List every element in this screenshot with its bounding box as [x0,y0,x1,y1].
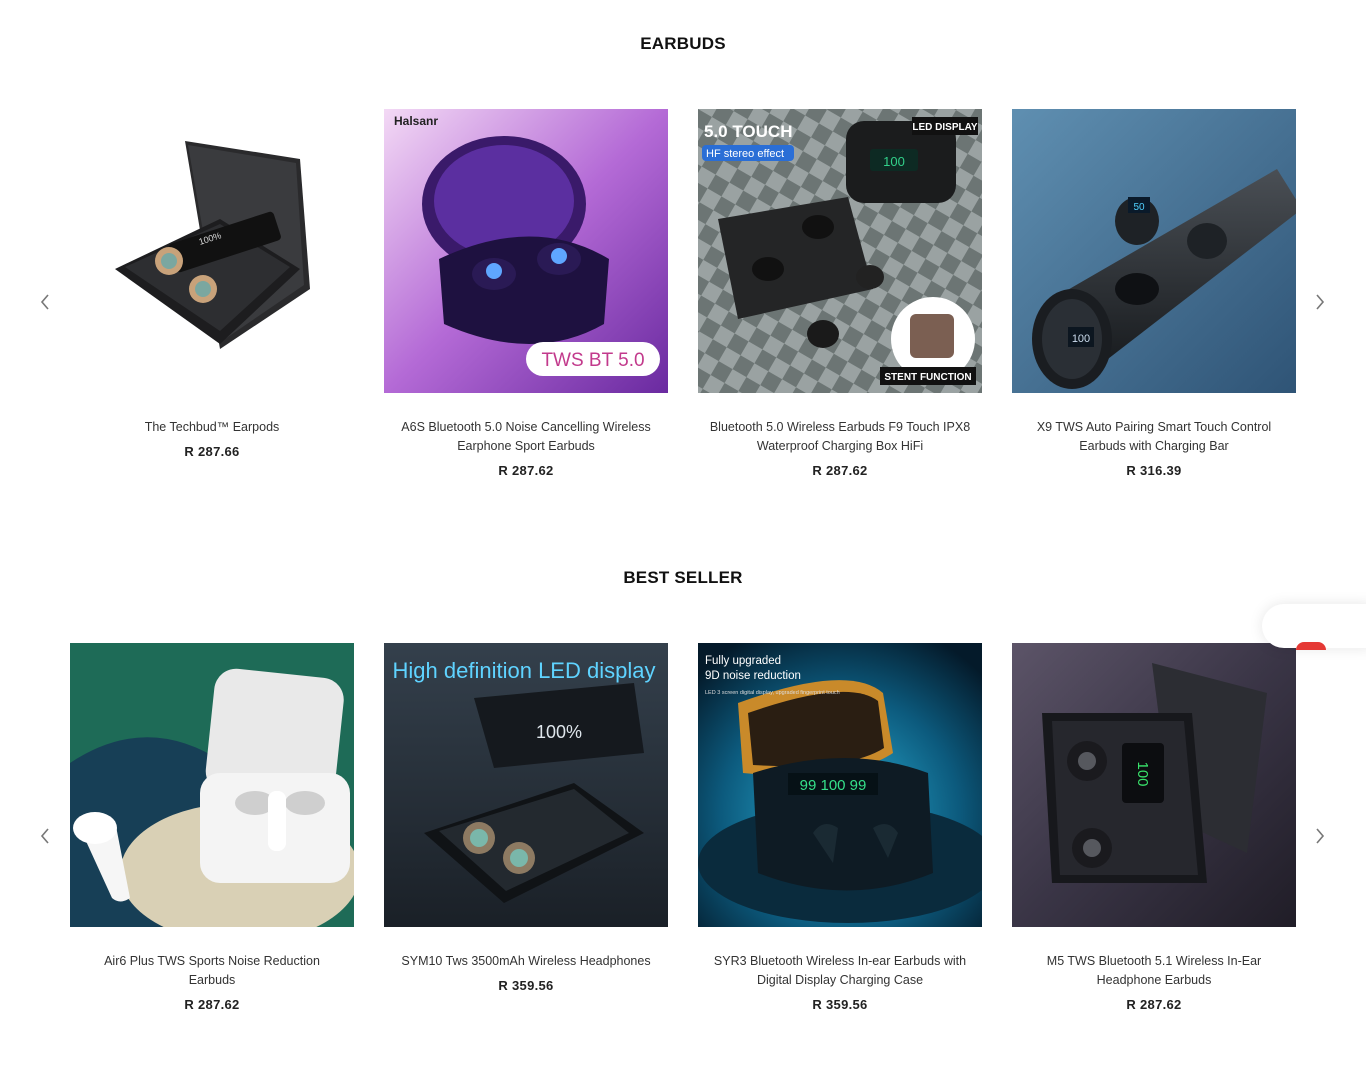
image-corner-label: LED DISPLAY [912,122,978,133]
svg-text:100: 100 [1134,761,1151,786]
product-price: R 287.62 [184,997,240,1012]
svg-text:100%: 100% [536,722,582,742]
svg-text:99 100 99: 99 100 99 [800,777,867,794]
image-headline: High definition LED display [393,658,656,683]
product-card[interactable]: 100% The Techbud™ Earpods R 287.66 [70,109,354,459]
carousel-prev-button[interactable] [34,291,56,313]
product-price: R 287.62 [812,463,868,478]
product-name[interactable]: M5 TWS Bluetooth 5.1 Wireless In-Ear Hea… [1012,952,1296,990]
image-line-2: 9D noise reduction [705,670,801,682]
product-image[interactable]: 100 [1012,643,1296,927]
product-price: R 287.66 [184,444,240,459]
product-name[interactable]: The Techbud™ Earpods [70,418,354,437]
image-line-1: Fully upgraded [705,655,781,667]
product-name[interactable]: A6S Bluetooth 5.0 Noise Cancelling Wirel… [384,418,668,456]
section-title: BEST SELLER [623,568,743,587]
chevron-left-icon [40,294,49,310]
image-badge: TWS BT 5.0 [541,350,644,371]
product-image[interactable]: Halsanr TWS BT 5.0 [384,109,668,393]
chat-icon [1296,642,1326,650]
svg-text:100: 100 [883,154,905,169]
product-price: R 359.56 [498,978,554,993]
product-card[interactable]: 100% High definition LED display SYM10 T… [384,643,668,993]
image-headline: 5.0 TOUCH [704,122,793,141]
product-name[interactable]: SYR3 Bluetooth Wireless In-ear Earbuds w… [698,952,982,990]
carousel-next-button[interactable] [1309,291,1331,313]
product-card[interactable]: Air6 Plus TWS Sports Noise Reduction Ear… [70,643,354,1012]
product-image[interactable]: 100 5.0 TOUCH HF stereo effect LED DISPL… [698,109,982,393]
product-card[interactable]: 100 50 X9 TWS Auto Pairing Smart Touch C… [1012,109,1296,478]
chevron-right-icon [1316,828,1325,844]
section-title: EARBUDS [640,34,726,53]
product-card[interactable]: 100 5.0 TOUCH HF stereo effect LED DISPL… [698,109,982,478]
product-name[interactable]: SYM10 Tws 3500mAh Wireless Headphones [384,952,668,971]
product-image[interactable]: 100% High definition LED display [384,643,668,927]
product-card[interactable]: 99 100 99 Fully upgraded 9D noise reduct… [698,643,982,1012]
product-name[interactable]: Air6 Plus TWS Sports Noise Reduction Ear… [70,952,354,990]
brand-label: Halsanr [394,114,438,128]
carousel-prev-button[interactable] [34,825,56,847]
product-image[interactable]: 100% [70,109,354,393]
product-price: R 316.39 [1126,463,1182,478]
image-footer-label: STENT FUNCTION [884,372,971,383]
product-price: R 287.62 [1126,997,1182,1012]
product-image[interactable]: 99 100 99 Fully upgraded 9D noise reduct… [698,643,982,927]
product-price: R 287.62 [498,463,554,478]
image-fine-print: LED 3 screen digital display, upgraded f… [705,690,840,696]
product-image[interactable] [70,643,354,927]
svg-text:100: 100 [1072,333,1090,345]
image-subline: HF stereo effect [706,148,784,160]
product-card[interactable]: Halsanr TWS BT 5.0 A6S Bluetooth 5.0 Noi… [384,109,668,478]
product-image[interactable]: 100 50 [1012,109,1296,393]
carousel-next-button[interactable] [1309,825,1331,847]
chat-widget-button[interactable] [1262,604,1366,650]
chevron-left-icon [40,828,49,844]
product-name[interactable]: X9 TWS Auto Pairing Smart Touch Control … [1012,418,1296,456]
svg-text:50: 50 [1133,202,1145,213]
product-price: R 359.56 [812,997,868,1012]
chevron-right-icon [1316,294,1325,310]
product-card[interactable]: 100 M5 TWS Bluetooth 5.1 Wireless In-Ear… [1012,643,1296,1012]
product-name[interactable]: Bluetooth 5.0 Wireless Earbuds F9 Touch … [698,418,982,456]
